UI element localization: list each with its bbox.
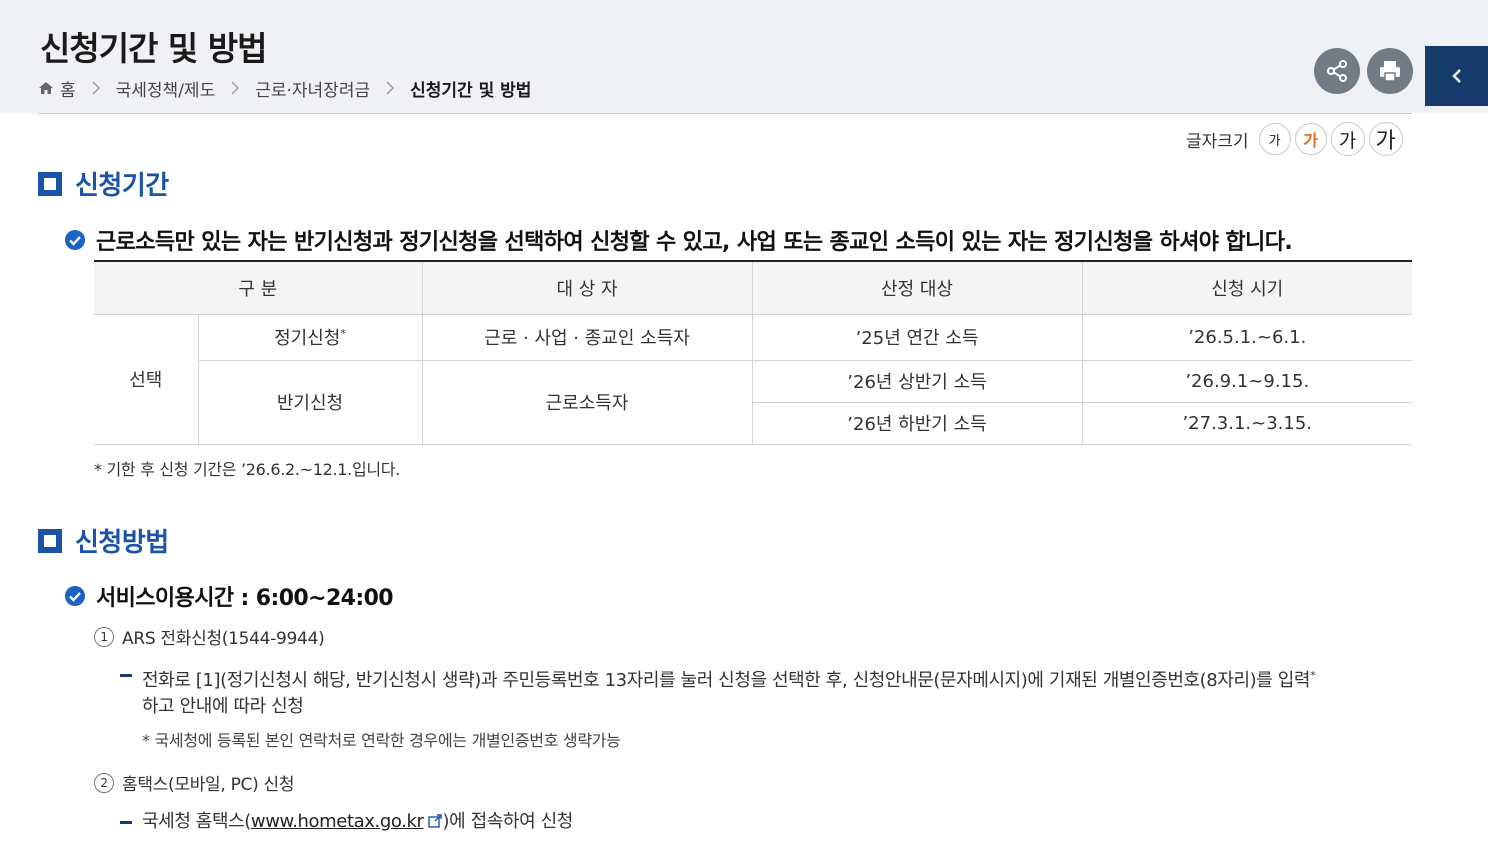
service-hours-text: 서비스이용시간 : 6:00~24:00: [96, 586, 394, 611]
breadcrumb-home[interactable]: 홈: [60, 76, 76, 101]
font-size-control: 글자크기 가 가 가 가: [1186, 122, 1403, 156]
chevron-right-icon: [231, 81, 240, 95]
ars-sub-note: * 국세청에 등록된 본인 연락처로 연락한 경우에는 개별인증번호 생략가능: [142, 731, 621, 750]
table-cell-half-basis-2: ’26년 하반기 소득: [751, 402, 1082, 445]
table-cell-half-label: 반기신청: [197, 360, 422, 445]
font-size-label: 글자크기: [1186, 131, 1249, 152]
table-header-basis: 산정 대상: [751, 260, 1082, 315]
table-cell-regular-label: 정기신청*: [197, 314, 422, 361]
dash-bullet-icon: [120, 674, 132, 677]
font-size-small-button[interactable]: 가: [1258, 123, 1291, 155]
ars-detail-line-1: 전화로 [1](정기신청시 해당, 반기신청시 생략)과 주민등록번호 13자리…: [142, 669, 1316, 691]
method-item-title: ARS 전화신청(1544-9944): [122, 629, 325, 649]
table-cell-half-target: 근로소득자: [421, 360, 752, 445]
method-item-ars: 1 ARS 전화신청(1544-9944): [94, 624, 325, 649]
breadcrumb-incentive[interactable]: 근로·자녀장려금: [255, 76, 370, 101]
breadcrumb: 홈 국세정책/제도 근로·자녀장려금 신청기간 및 방법: [38, 76, 532, 101]
dash-bullet-icon: [120, 821, 132, 824]
chevron-right-icon: [386, 81, 395, 95]
table-header-target: 대 상 자: [421, 260, 752, 315]
chevron-right-icon: [92, 81, 100, 95]
share-icon: [1327, 60, 1347, 82]
square-bullet-icon: [38, 528, 62, 553]
period-heading-text: 신청기간: [75, 171, 169, 201]
square-bullet-icon: [38, 171, 62, 196]
hometax-detail: 국세청 홈택스(www.hometax.go.kr)에 접속하여 신청: [120, 807, 820, 839]
period-notice: 근로소득만 있는 자는 반기신청과 정기신청을 선택하여 신청할 수 있고, 사…: [64, 224, 1293, 256]
table-row: 반기신청 근로소득자 ’26년 상반기 소득 ’26.9.1~9.15.: [94, 360, 1412, 445]
page-title: 신청기간 및 방법: [40, 29, 267, 68]
table-cell-half-basis-1: ’26년 상반기 소득: [751, 360, 1082, 403]
font-size-default-button[interactable]: 가: [1294, 123, 1327, 155]
header-divider: [38, 113, 1412, 114]
share-button[interactable]: [1314, 48, 1360, 94]
method-item-title: 홈택스(모바일, PC) 신청: [122, 775, 295, 795]
check-circle-icon: [65, 586, 85, 606]
table-header-category: 구 분: [94, 260, 422, 315]
table-cell-regular-basis: ’25년 연간 소득: [751, 314, 1082, 361]
number-circle-icon: 2: [94, 772, 114, 793]
table-cell-regular-period: ’26.5.1.~6.1.: [1081, 314, 1412, 361]
hometax-detail-text: 국세청 홈택스(www.hometax.go.kr)에 접속하여 신청: [142, 811, 573, 832]
table-row: 선택 정기신청* 근로 · 사업 · 종교인 소득자 ’25년 연간 소득 ’2…: [94, 314, 1412, 445]
table-cell-regular-target: 근로 · 사업 · 종교인 소득자: [421, 314, 752, 361]
print-button[interactable]: [1367, 48, 1413, 94]
application-period-table: 구 분 대 상 자 산정 대상 신청 시기 선택 정기신청* 근로 · 사업 ·…: [94, 260, 1412, 445]
number-circle-icon: 1: [94, 626, 114, 647]
font-size-xlarge-button[interactable]: 가: [1368, 122, 1403, 156]
method-section-heading: 신청방법: [38, 522, 169, 559]
table-cell-group: 선택: [94, 314, 198, 445]
hometax-link[interactable]: www.hometax.go.kr: [251, 811, 424, 832]
late-application-note: * 기한 후 신청 기간은 ’26.6.2.~12.1.입니다.: [94, 460, 401, 479]
table-header-period: 신청 시기: [1081, 260, 1412, 315]
printer-icon: [1380, 61, 1400, 82]
period-section-heading: 신청기간: [38, 165, 169, 202]
period-notice-text: 근로소득만 있는 자는 반기신청과 정기신청을 선택하여 신청할 수 있고, 사…: [96, 230, 1293, 255]
check-circle-icon: [65, 230, 85, 250]
table-cell-half-period-2: ’27.3.1.~3.15.: [1081, 402, 1412, 445]
method-item-hometax: 2 홈택스(모바일, PC) 신청: [94, 770, 295, 795]
ars-detail-line-2: 하고 안내에 따라 신청: [142, 696, 304, 717]
chevron-left-icon: [1451, 69, 1461, 83]
external-link-icon[interactable]: [427, 813, 443, 829]
ars-detail: 전화로 [1](정기신청시 해당, 반기신청시 생략)과 주민등록번호 13자리…: [120, 661, 1412, 723]
breadcrumb-current: 신청기간 및 방법: [410, 80, 532, 101]
home-icon: [39, 82, 53, 94]
breadcrumb-tax-policy[interactable]: 국세정책/제도: [116, 76, 216, 101]
table-cell-half-period-1: ’26.9.1~9.15.: [1081, 360, 1412, 403]
method-heading-text: 신청방법: [75, 528, 169, 558]
font-size-large-button[interactable]: 가: [1330, 122, 1365, 156]
service-hours: 서비스이용시간 : 6:00~24:00: [64, 580, 394, 612]
side-panel-toggle-button[interactable]: [1425, 46, 1488, 106]
